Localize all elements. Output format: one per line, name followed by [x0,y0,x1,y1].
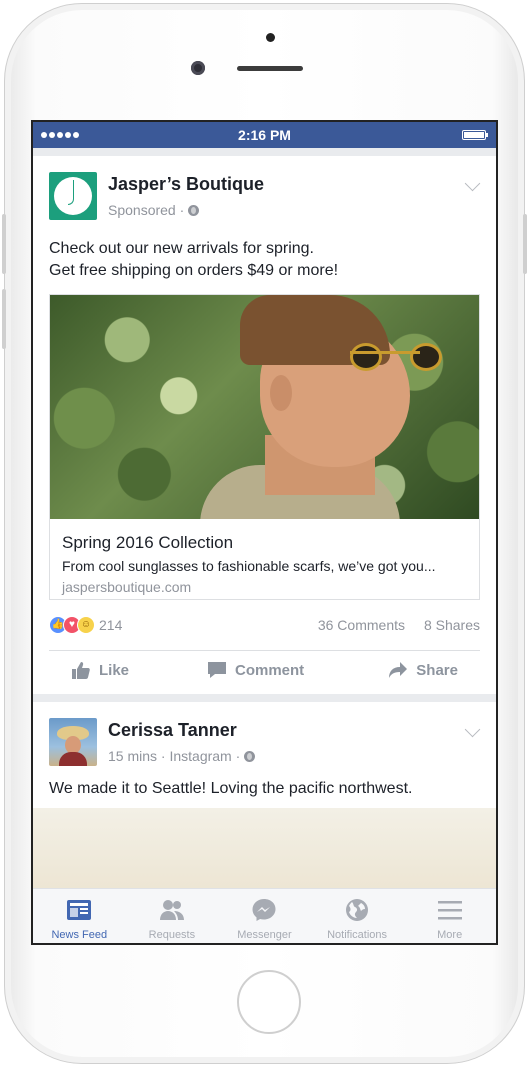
phone-screen: 2:16 PM Jasper’s Boutique Sponsored · Ch… [31,120,498,945]
post-meta: Sponsored · [108,202,200,218]
globe-icon [244,750,256,762]
like-label: Like [99,661,130,679]
earpiece-speaker [237,66,303,71]
thumbs-up-icon [72,662,90,679]
friend-requests-icon [159,900,184,920]
tab-more[interactable]: More [403,889,496,943]
news-feed-icon [67,900,92,920]
battery-icon [462,130,488,140]
comment-button[interactable]: Comment [207,661,304,679]
volume-button [2,289,6,349]
reaction-count[interactable]: 214 [99,617,122,633]
home-button[interactable] [237,970,301,1034]
tab-label: Messenger [237,929,292,941]
link-domain: jaspersboutique.com [62,579,192,595]
post-meta-text: 15 mins · Instagram · [108,748,241,764]
post-meta-text: Sponsored · [108,202,185,218]
chevron-down-icon[interactable] [464,175,481,192]
share-label: Share [416,661,458,679]
post-text-line: Get free shipping on orders $49 or more! [49,262,339,279]
tab-notifications[interactable]: Notifications [311,889,404,943]
share-button[interactable]: Share [388,661,458,679]
sponsored-post: Jasper’s Boutique Sponsored · Check out … [33,156,496,694]
news-feed[interactable]: Jasper’s Boutique Sponsored · Check out … [33,148,496,902]
messenger-icon [252,899,276,921]
tab-label: More [437,929,463,941]
chevron-down-icon[interactable] [464,721,481,738]
bottom-tab-bar: News Feed Requests Messenger Notificatio… [33,888,496,943]
shares-count[interactable]: 8 Shares [424,617,480,633]
status-bar: 2:16 PM [33,122,496,148]
menu-icon [437,901,462,920]
volume-button [2,214,6,274]
post-text-line: Check out our new arrivals for spring. [49,240,314,257]
share-arrow-icon [389,662,408,678]
comment-label: Comment [235,661,305,679]
globe-icon [188,204,200,216]
post-meta: 15 mins · Instagram · [108,748,256,764]
status-time: 2:16 PM [238,127,291,143]
post-text: Check out our new arrivals for spring. G… [49,238,338,282]
like-button[interactable]: Like [71,661,129,679]
divider [49,650,480,651]
link-card-body[interactable]: Spring 2016 Collection From cool sunglas… [50,519,479,599]
friend-post: Cerissa Tanner 15 mins · Instagram · We … [33,702,496,902]
post-author[interactable]: Jasper’s Boutique [108,174,264,195]
comment-icon [208,662,226,678]
post-actions: Like Comment Share [49,661,480,691]
page-logo[interactable] [49,172,97,220]
link-title: Spring 2016 Collection [62,533,234,552]
tab-requests[interactable]: Requests [126,889,219,943]
haha-reaction-icon: ☺ [77,616,95,634]
tab-messenger[interactable]: Messenger [218,889,311,943]
tab-label: News Feed [51,929,108,941]
tab-news-feed[interactable]: News Feed [33,889,126,943]
link-preview-card[interactable]: Spring 2016 Collection From cool sunglas… [49,294,480,600]
post-text: We made it to Seattle! Loving the pacifi… [49,778,412,800]
post-author[interactable]: Cerissa Tanner [108,720,237,741]
avatar[interactable] [49,718,97,766]
link-description: From cool sunglasses to fashionable scar… [62,558,436,574]
tab-label: Requests [148,929,196,941]
proximity-sensor [266,33,275,42]
post-text-line: We made it to Seattle! Loving the pacifi… [49,780,413,797]
reactions-bar[interactable]: 👍 ♥ ☺ 214 36 Comments 8 Shares [49,616,480,636]
comments-count[interactable]: 36 Comments [318,617,405,633]
globe-icon [346,899,369,921]
front-camera [191,61,205,75]
photo-subject [200,295,442,519]
tab-label: Notifications [327,929,388,941]
power-button [523,214,527,274]
post-photo[interactable] [50,295,479,519]
